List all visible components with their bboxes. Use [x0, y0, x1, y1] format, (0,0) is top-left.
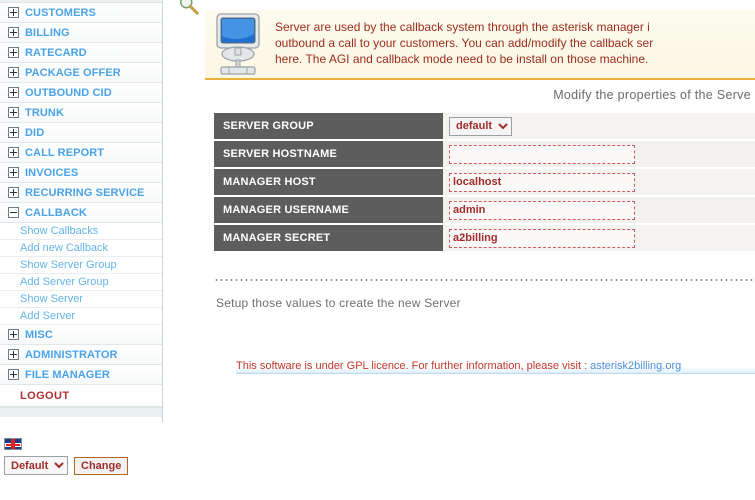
- sidebar-item-label: DID: [25, 126, 45, 139]
- form-row: SERVER GROUP default: [214, 113, 755, 141]
- sidebar-item-label: FILE MANAGER: [25, 368, 110, 381]
- server-monitor-icon: [209, 12, 267, 78]
- sidebar-item-file-manager[interactable]: FILE MANAGER: [0, 365, 162, 385]
- field-value-cell: [443, 140, 755, 169]
- sidebar-item-label: RATECARD: [25, 46, 87, 59]
- language-select[interactable]: Default: [4, 456, 68, 475]
- magnifier-icon[interactable]: [178, 0, 200, 16]
- sidebar-subitem-add-server-group[interactable]: Add Server Group: [0, 274, 162, 291]
- expand-icon[interactable]: [8, 167, 19, 178]
- gpl-notice-text: This software is under GPL licence. For …: [236, 360, 588, 372]
- sidebar-nav-list: CUSTOMERS BILLING RATECARD PACKAGE OFFER OUT…: [0, 3, 162, 385]
- sidebar-subitem-add-server[interactable]: Add Server: [0, 308, 162, 325]
- change-language-button[interactable]: Change: [74, 456, 129, 475]
- expand-icon[interactable]: [8, 47, 19, 58]
- sidebar-subitem-show-server[interactable]: Show Server: [0, 291, 162, 308]
- language-controls: Default Change: [4, 456, 164, 475]
- field-label: SERVER GROUP: [214, 113, 443, 141]
- expand-icon[interactable]: [8, 67, 19, 78]
- expand-icon[interactable]: [8, 369, 19, 380]
- sidebar-subitem-label: Add Server: [20, 310, 76, 322]
- sidebar-item-did[interactable]: DID: [0, 123, 162, 143]
- gpl-footer: This software is under GPL licence. For …: [236, 359, 755, 374]
- banner-line-2: outbound a call to your customers. You c…: [275, 36, 654, 50]
- banner-line-3: here. The AGI and callback mode need to …: [275, 52, 649, 66]
- sidebar-item-label: ADMINISTRATOR: [25, 348, 118, 361]
- form-row: SERVER HOSTNAME: [214, 140, 755, 169]
- sidebar-subitem-label: Show Callbacks: [20, 225, 99, 237]
- expand-icon[interactable]: [8, 7, 19, 18]
- page-banner: Server are used by the callback system t…: [205, 10, 755, 80]
- sidebar-subitem-show-server-group[interactable]: Show Server Group: [0, 257, 162, 274]
- sidebar-item-label: CUSTOMERS: [25, 6, 96, 19]
- sidebar-subitem-add-new-callback[interactable]: Add new Callback: [0, 240, 162, 257]
- server-group-select[interactable]: default: [449, 116, 512, 136]
- sidebar-item-label: CALLBACK: [25, 206, 87, 219]
- sidebar-subitem-label: Show Server Group: [20, 259, 117, 271]
- expand-icon[interactable]: [8, 349, 19, 360]
- logout-label: LOGOUT: [20, 389, 70, 402]
- sidebar-item-misc[interactable]: MISC: [0, 325, 162, 345]
- sidebar-item-label: RECURRING SERVICE: [25, 186, 145, 199]
- manager-username-input[interactable]: [449, 200, 635, 220]
- main-content: Server are used by the callback system t…: [164, 0, 755, 500]
- section-divider: [214, 279, 755, 281]
- sidebar-subitem-label: Add new Callback: [20, 242, 109, 254]
- field-value-cell: [443, 224, 755, 253]
- form-row: MANAGER SECRET: [214, 224, 755, 253]
- sidebar-item-label: OUTBOUND CID: [25, 86, 112, 99]
- sidebar-item-callback[interactable]: CALLBACK: [0, 203, 162, 223]
- server-hostname-input[interactable]: [449, 144, 635, 164]
- field-value-cell: [443, 196, 755, 225]
- sidebar-item-outbound-cid[interactable]: OUTBOUND CID: [0, 83, 162, 103]
- sidebar-subitem-show-callbacks[interactable]: Show Callbacks: [0, 223, 162, 240]
- field-label: SERVER HOSTNAME: [214, 140, 443, 169]
- sidebar-item-package-offer[interactable]: PACKAGE OFFER: [0, 63, 162, 83]
- sidebar-item-invoices[interactable]: INVOICES: [0, 163, 162, 183]
- form-row: MANAGER USERNAME: [214, 196, 755, 225]
- expand-icon[interactable]: [8, 27, 19, 38]
- manager-host-input[interactable]: [449, 172, 635, 192]
- field-value-cell: [443, 168, 755, 197]
- uk-flag-icon: [4, 438, 22, 450]
- sidebar-subitem-label: Show Server: [20, 293, 83, 305]
- sidebar-item-recurring-service[interactable]: RECURRING SERVICE: [0, 183, 162, 203]
- sidebar-item-label: BILLING: [25, 26, 70, 39]
- sidebar: CUSTOMERS BILLING RATECARD PACKAGE OFFER OUT…: [0, 0, 163, 422]
- expand-icon[interactable]: [8, 127, 19, 138]
- asterisk2billing-link[interactable]: asterisk2billing.org: [590, 360, 681, 372]
- expand-icon[interactable]: [8, 329, 19, 340]
- field-label: MANAGER SECRET: [214, 224, 443, 253]
- sidebar-item-label: PACKAGE OFFER: [25, 66, 121, 79]
- expand-icon[interactable]: [8, 87, 19, 98]
- sidebar-item-billing[interactable]: BILLING: [0, 23, 162, 43]
- sidebar-item-logout[interactable]: LOGOUT: [0, 385, 162, 407]
- expand-icon[interactable]: [8, 107, 19, 118]
- sidebar-bottom-strip: [0, 407, 162, 417]
- sidebar-subitem-label: Add Server Group: [20, 276, 109, 288]
- sidebar-item-ratecard[interactable]: RATECARD: [0, 43, 162, 63]
- sidebar-item-label: TRUNK: [25, 106, 64, 119]
- sidebar-item-label: CALL REPORT: [25, 146, 105, 159]
- field-label: MANAGER USERNAME: [214, 196, 443, 225]
- banner-description: Server are used by the callback system t…: [275, 19, 653, 67]
- collapse-icon[interactable]: [8, 207, 19, 218]
- language-selector: Default Change: [4, 438, 164, 475]
- sidebar-item-label: MISC: [25, 328, 53, 341]
- banner-line-1: Server are used by the callback system t…: [275, 20, 650, 34]
- sidebar-item-trunk[interactable]: TRUNK: [0, 103, 162, 123]
- page-title: Modify the properties of the Serve: [553, 88, 751, 102]
- manager-secret-input[interactable]: [449, 228, 635, 248]
- expand-icon[interactable]: [8, 147, 19, 158]
- form-row: MANAGER HOST: [214, 168, 755, 197]
- sidebar-item-administrator[interactable]: ADMINISTRATOR: [0, 345, 162, 365]
- sidebar-item-customers[interactable]: CUSTOMERS: [0, 3, 162, 23]
- sidebar-item-call-report[interactable]: CALL REPORT: [0, 143, 162, 163]
- field-label: MANAGER HOST: [214, 168, 443, 197]
- server-properties-form: SERVER GROUP default SERVER HOSTNAME MANAGE…: [214, 113, 755, 253]
- expand-icon[interactable]: [8, 187, 19, 198]
- setup-instruction-text: Setup those values to create the new Ser…: [216, 296, 461, 310]
- sidebar-item-label: INVOICES: [25, 166, 79, 179]
- field-value-cell: default: [443, 113, 755, 141]
